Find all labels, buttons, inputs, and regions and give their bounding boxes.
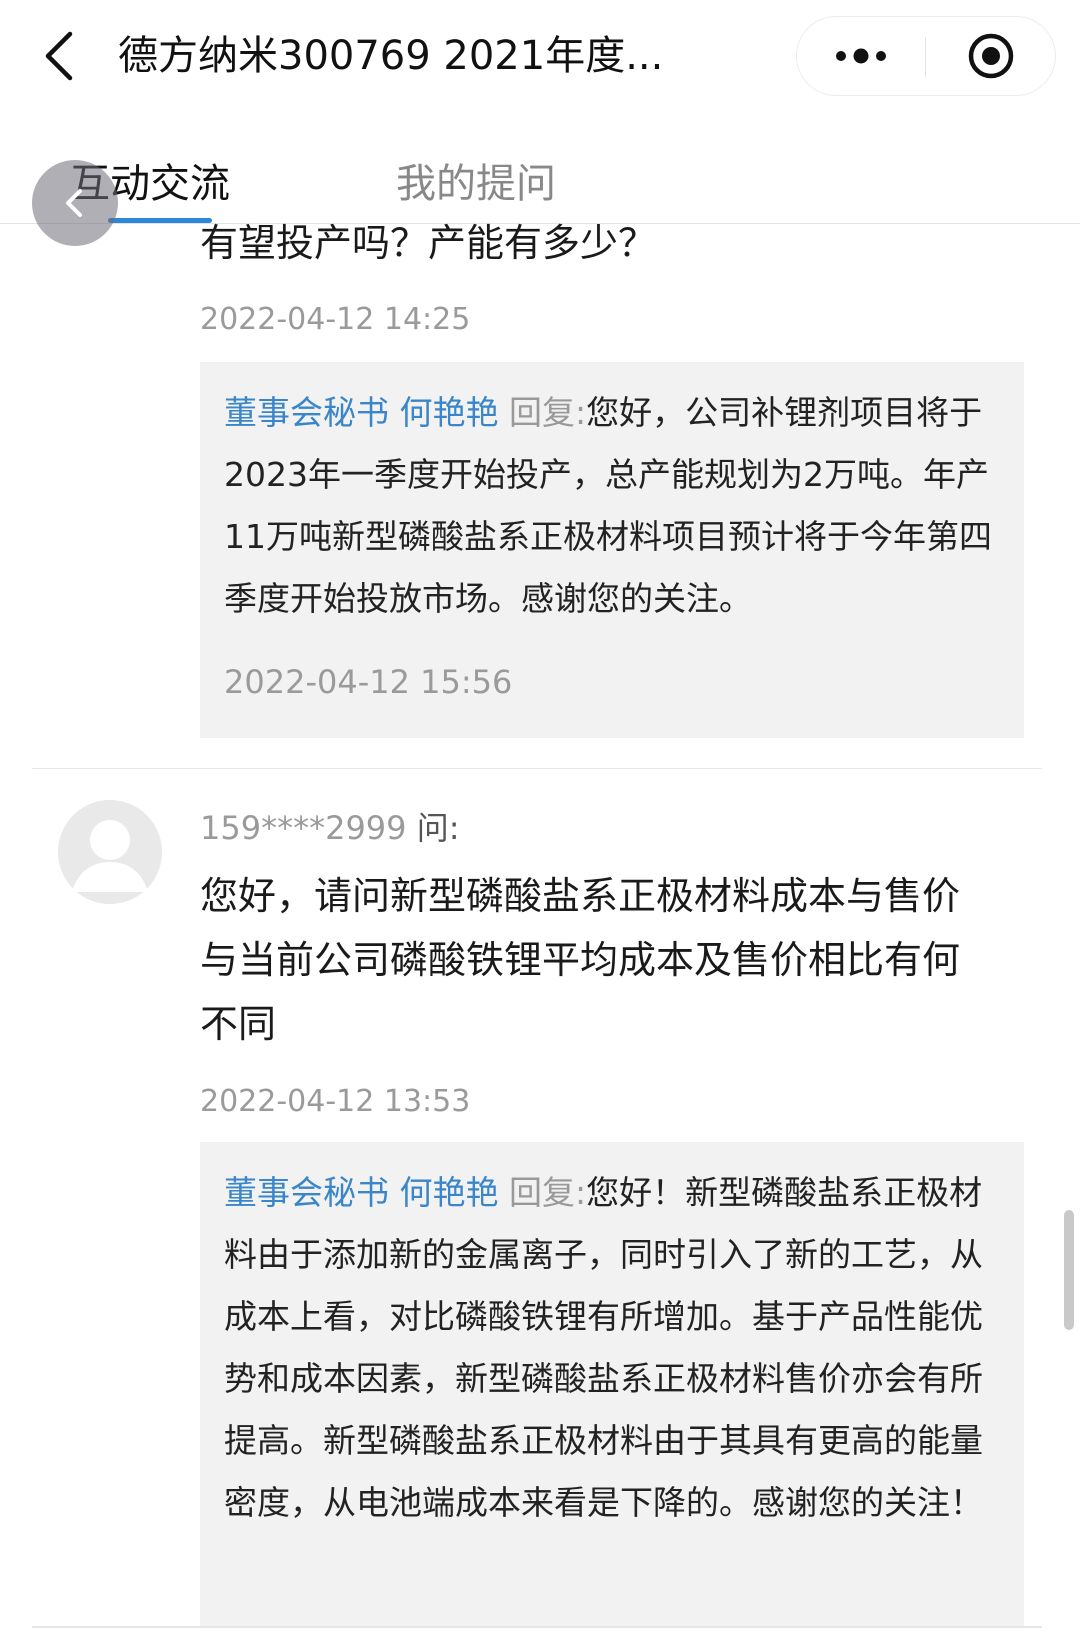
mini-program-capsule [796,16,1056,96]
back-button[interactable] [36,24,92,88]
active-tab-indicator [108,218,212,223]
target-circle-icon [968,33,1014,79]
scrollbar[interactable] [1064,1210,1074,1330]
question-time: 2022-04-12 14:25 [200,302,471,337]
reply-text-block: 董事会秘书 何艳艳 回复:您好，公司补锂剂项目将于2023年一季度开始投产，总产… [224,382,1004,630]
page-title: 德方纳米300769 2021年度... [118,33,664,79]
chevron-left-icon [45,31,73,81]
asker-name: 159****2999 [200,809,407,847]
chevron-left-icon [66,189,82,217]
reply-label: 回复: [509,393,587,432]
post-divider [32,1626,1042,1628]
reply-time: 2022-04-12 15:56 [224,663,513,701]
reply-author: 董事会秘书 何艳艳 [224,393,499,432]
ask-label: 问: [416,809,460,847]
post-divider [32,768,1042,769]
reply-label: 回复: [509,1173,587,1212]
question-time: 2022-04-12 13:53 [200,1084,471,1119]
qa-page: 德方纳米300769 2021年度... 互动交流 我的提问 有望投产吗？产能有… [0,0,1080,1637]
floating-back-button[interactable] [32,160,118,246]
tab-my-questions[interactable]: 我的提问 [396,154,556,214]
reply-content: 您好！新型磷酸盐系正极材料由于添加新的金属离子，同时引入了新的工艺，从成本上看，… [224,1173,983,1522]
tab-bar: 互动交流 我的提问 [0,118,1080,224]
reply-text-block: 董事会秘书 何艳艳 回复:您好！新型磷酸盐系正极材料由于添加新的金属离子，同时引… [224,1162,1004,1534]
more-dots-icon [836,48,886,64]
close-button[interactable] [926,17,1056,95]
user-placeholder-icon [58,800,162,904]
reply-box: 董事会秘书 何艳艳 回复:您好！新型磷酸盐系正极材料由于添加新的金属离子，同时引… [200,1142,1024,1626]
more-button[interactable] [797,17,925,95]
question-text: 有望投产吗？产能有多少？ [200,221,657,265]
title-bar: 德方纳米300769 2021年度... [0,0,1080,118]
avatar[interactable] [58,800,162,904]
reply-author: 董事会秘书 何艳艳 [224,1173,499,1212]
reply-box: 董事会秘书 何艳艳 回复:您好，公司补锂剂项目将于2023年一季度开始投产，总产… [200,362,1024,738]
asker-line: 159****2999 问: [200,806,459,850]
question-text: 您好，请问新型磷酸盐系正极材料成本与售价与当前公司磷酸铁锂平均成本及售价相比有何… [200,874,961,1046]
